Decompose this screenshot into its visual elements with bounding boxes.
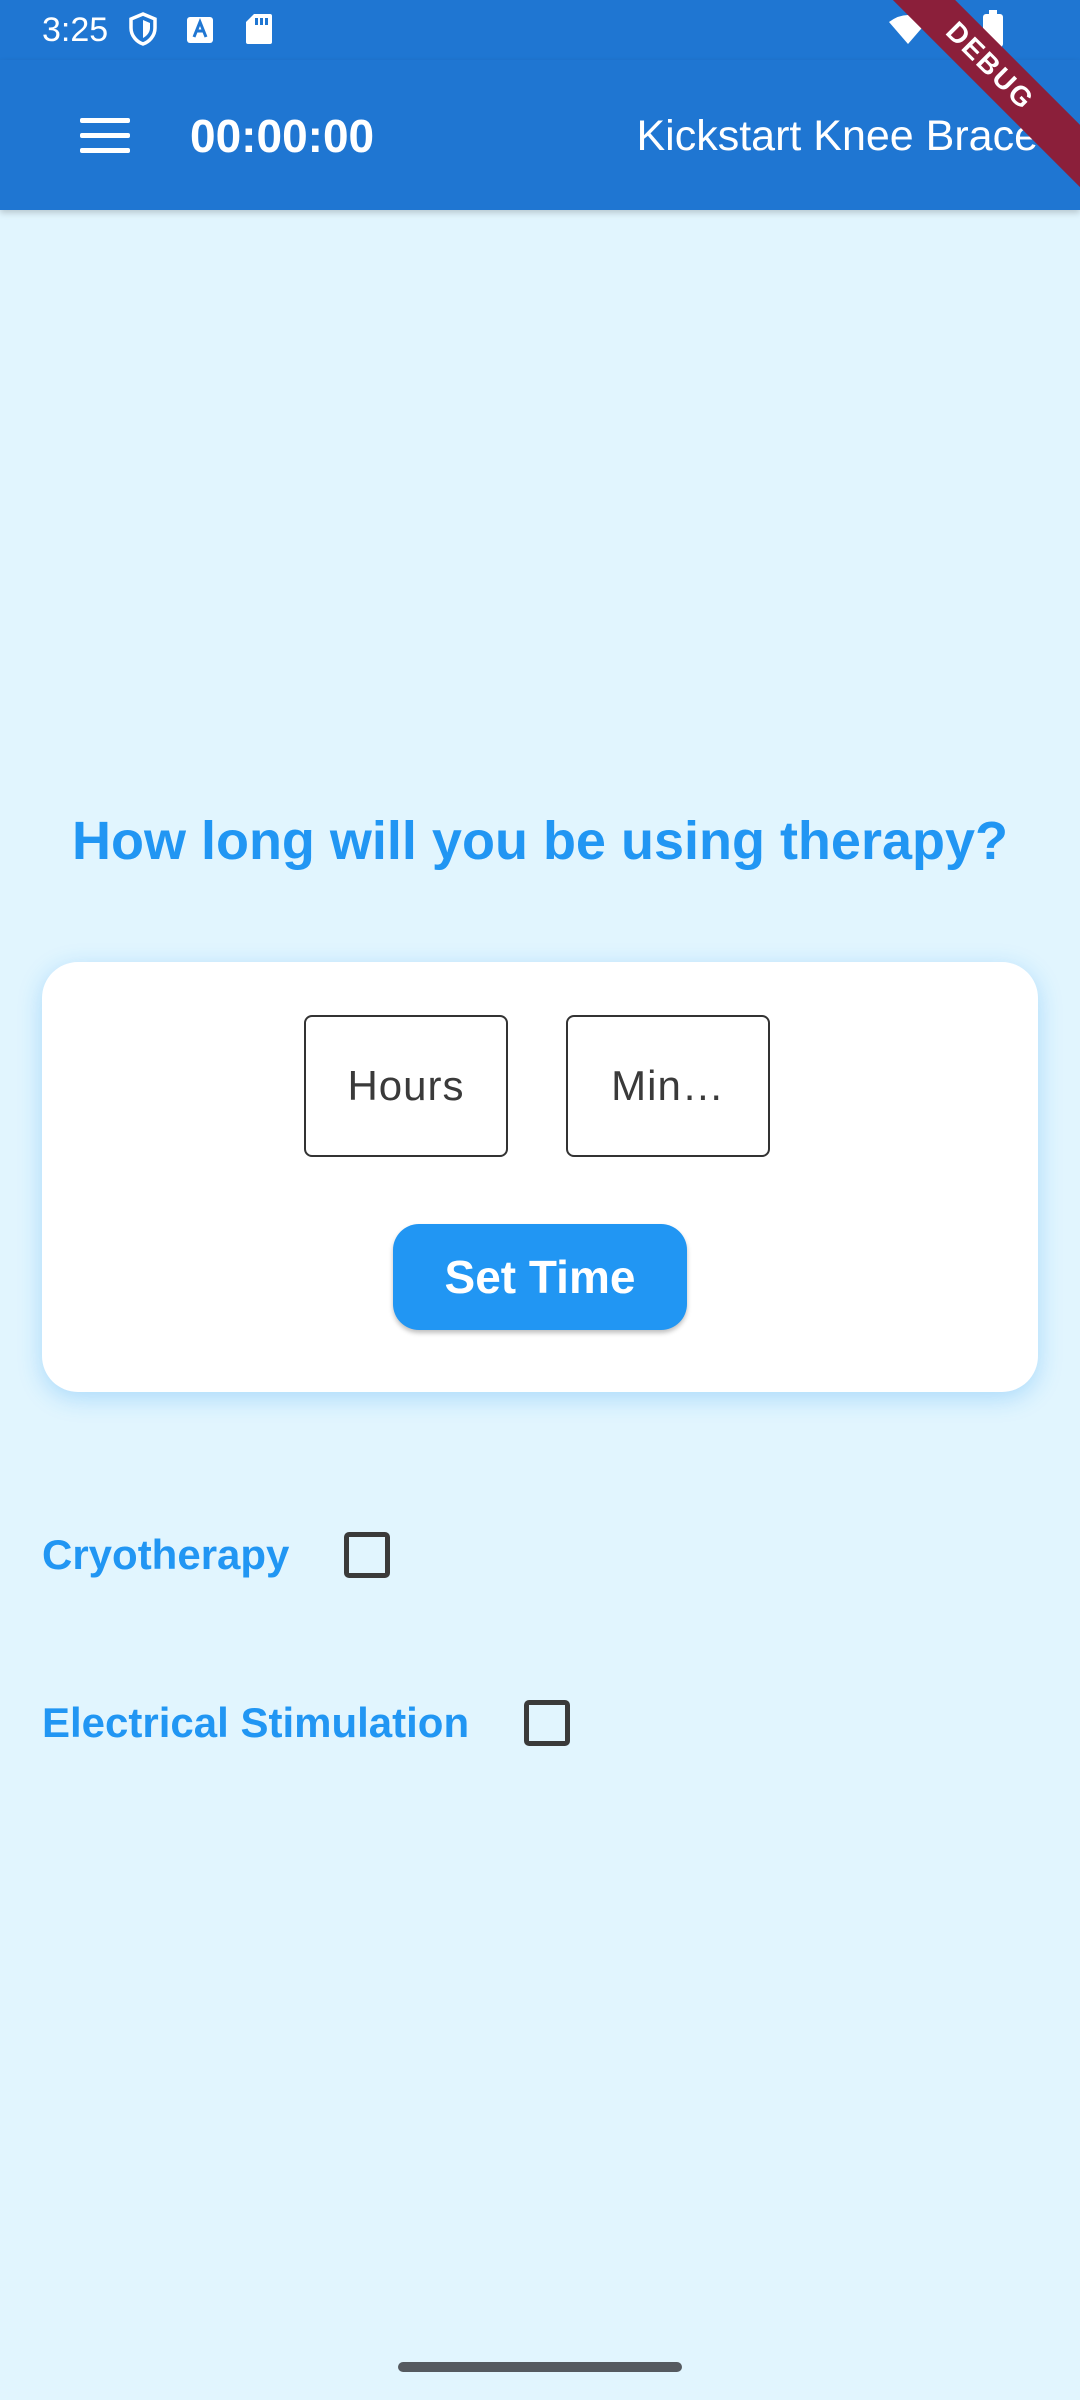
gesture-nav-handle[interactable] xyxy=(398,2362,682,2372)
app-bar: 00:00:00 Kickstart Knee Brace xyxy=(0,60,1080,210)
timer-display: 00:00:00 xyxy=(190,110,375,162)
set-time-button[interactable]: Set Time xyxy=(393,1224,687,1330)
screen: 3:25 00:00:00 Kickstart Knee Brace DEBUG… xyxy=(0,0,1080,2400)
hours-input[interactable] xyxy=(304,1015,508,1157)
cryotherapy-label: Cryotherapy xyxy=(42,1531,290,1578)
status-time: 3:25 xyxy=(42,11,109,49)
sd-card-icon xyxy=(244,12,274,51)
a-badge-icon xyxy=(186,16,214,49)
electrical-stimulation-label: Electrical Stimulation xyxy=(42,1699,470,1746)
electrical-stimulation-checkbox[interactable] xyxy=(524,1700,570,1746)
therapy-duration-question: How long will you be using therapy? xyxy=(71,811,1009,871)
time-input-card: Set Time xyxy=(42,962,1038,1392)
shield-icon xyxy=(128,12,158,51)
cryotherapy-checkbox[interactable] xyxy=(344,1532,390,1578)
minutes-input[interactable] xyxy=(566,1015,770,1157)
app-title: Kickstart Knee Brace xyxy=(636,112,1038,160)
hamburger-menu-icon[interactable] xyxy=(80,118,130,154)
